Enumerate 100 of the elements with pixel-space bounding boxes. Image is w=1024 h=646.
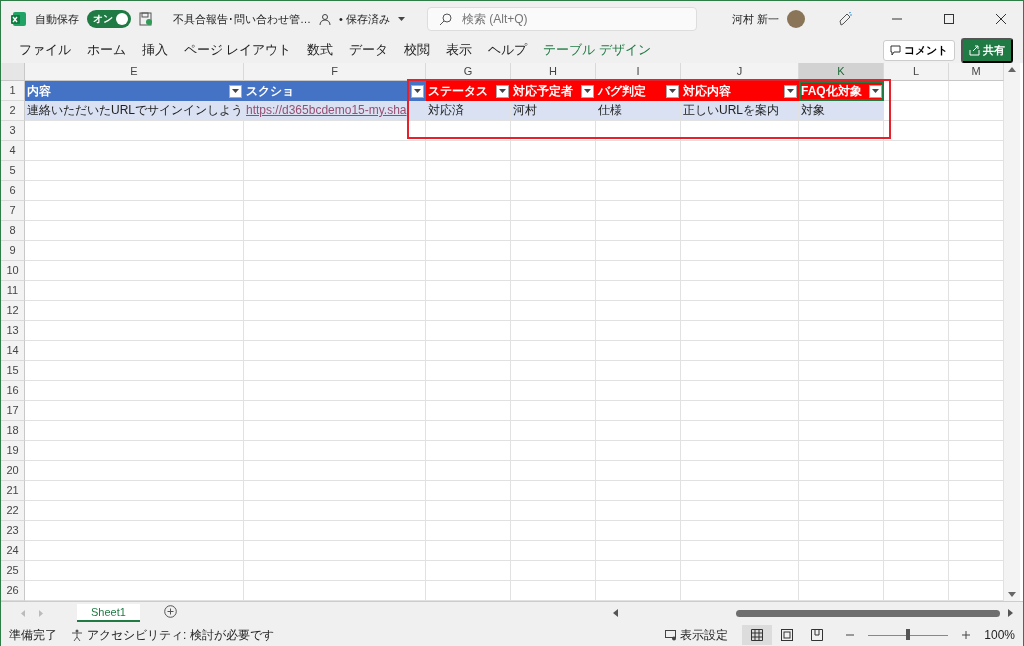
row-number[interactable]: 13	[1, 321, 25, 341]
empty-cell[interactable]	[426, 181, 511, 201]
empty-cell[interactable]	[884, 401, 949, 421]
empty-cell[interactable]	[426, 481, 511, 501]
filter-button[interactable]	[411, 84, 424, 98]
ribbon-tab[interactable]: 挿入	[134, 41, 176, 59]
save-status[interactable]: • 保存済み	[339, 11, 390, 27]
empty-cell[interactable]	[799, 501, 884, 521]
select-all-button[interactable]	[1, 63, 25, 81]
empty-cell[interactable]	[596, 321, 681, 341]
empty-cell[interactable]	[596, 441, 681, 461]
empty-cell[interactable]	[884, 261, 949, 281]
row-number[interactable]: 17	[1, 401, 25, 421]
empty-cell[interactable]	[244, 381, 426, 401]
row-number[interactable]: 12	[1, 301, 25, 321]
empty-cell[interactable]	[511, 501, 596, 521]
empty-cell[interactable]	[511, 441, 596, 461]
column-header[interactable]: M	[949, 63, 1004, 81]
empty-cell[interactable]	[511, 421, 596, 441]
table-header-cell[interactable]: 対応内容	[681, 81, 799, 101]
empty-cell[interactable]	[244, 441, 426, 461]
empty-cell[interactable]	[681, 481, 799, 501]
empty-cell[interactable]	[884, 441, 949, 461]
empty-cell[interactable]	[244, 261, 426, 281]
empty-cell[interactable]	[681, 561, 799, 581]
empty-cell[interactable]	[884, 361, 949, 381]
empty-cell[interactable]	[681, 361, 799, 381]
empty-cell[interactable]	[426, 201, 511, 221]
zoom-level[interactable]: 100%	[984, 628, 1015, 642]
row-number[interactable]: 8	[1, 221, 25, 241]
empty-cell[interactable]	[426, 461, 511, 481]
empty-cell[interactable]	[681, 321, 799, 341]
filter-button[interactable]	[869, 84, 882, 98]
empty-cell[interactable]	[681, 381, 799, 401]
empty-cell[interactable]	[244, 361, 426, 381]
empty-cell[interactable]	[511, 561, 596, 581]
empty-cell[interactable]	[799, 381, 884, 401]
empty-cell[interactable]	[511, 481, 596, 501]
empty-cell[interactable]	[799, 341, 884, 361]
empty-cell[interactable]	[244, 401, 426, 421]
empty-cell[interactable]	[884, 421, 949, 441]
empty-cell[interactable]	[681, 261, 799, 281]
empty-cell[interactable]	[596, 141, 681, 161]
empty-cell[interactable]	[511, 121, 596, 141]
empty-cell[interactable]	[799, 461, 884, 481]
empty-cell[interactable]	[596, 361, 681, 381]
row-number[interactable]: 21	[1, 481, 25, 501]
empty-cell[interactable]	[799, 301, 884, 321]
accessibility-status[interactable]: アクセシビリティ: 検討が必要です	[87, 626, 274, 644]
empty-cell[interactable]	[511, 361, 596, 381]
empty-cell[interactable]	[596, 481, 681, 501]
empty-cell[interactable]	[244, 541, 426, 561]
filter-button[interactable]	[581, 84, 594, 98]
filter-button[interactable]	[784, 84, 797, 98]
empty-cell[interactable]	[511, 381, 596, 401]
search-field[interactable]: 検索 (Alt+Q)	[426, 7, 697, 31]
ribbon-tab[interactable]: テーブル デザイン	[535, 41, 659, 59]
empty-cell[interactable]	[681, 441, 799, 461]
empty-cell[interactable]	[681, 161, 799, 181]
empty-cell[interactable]	[799, 441, 884, 461]
empty-cell[interactable]	[596, 241, 681, 261]
comment-button[interactable]: コメント	[883, 39, 955, 61]
empty-cell[interactable]	[799, 401, 884, 421]
display-settings-button[interactable]: 表示設定	[665, 626, 729, 644]
empty-cell[interactable]	[681, 501, 799, 521]
empty-cell[interactable]	[884, 281, 949, 301]
row-number[interactable]: 16	[1, 381, 25, 401]
empty-cell[interactable]	[681, 181, 799, 201]
empty-cell[interactable]	[244, 281, 426, 301]
table-header-cell[interactable]: 内容	[25, 81, 244, 101]
empty-cell[interactable]	[244, 561, 426, 581]
empty-cell[interactable]	[426, 301, 511, 321]
empty-cell[interactable]	[596, 521, 681, 541]
empty-cell[interactable]	[799, 361, 884, 381]
row-number[interactable]: 4	[1, 141, 25, 161]
empty-cell[interactable]	[244, 161, 426, 181]
row-number[interactable]: 1	[1, 81, 25, 101]
row-number[interactable]: 22	[1, 501, 25, 521]
empty-cell[interactable]	[244, 501, 426, 521]
empty-cell[interactable]	[884, 381, 949, 401]
empty-cell[interactable]	[799, 141, 884, 161]
empty-cell[interactable]	[596, 281, 681, 301]
empty-cell[interactable]	[244, 321, 426, 341]
share-button[interactable]: 共有	[961, 37, 1013, 63]
ribbon-tab[interactable]: 校閲	[396, 41, 439, 59]
ribbon-tab[interactable]: 表示	[438, 41, 481, 59]
view-button[interactable]	[742, 625, 773, 645]
empty-cell[interactable]	[426, 561, 511, 581]
row-number[interactable]: 10	[1, 261, 25, 281]
row-number[interactable]: 15	[1, 361, 25, 381]
table-header-cell[interactable]: バグ判定	[596, 81, 681, 101]
empty-cell[interactable]	[244, 141, 426, 161]
empty-cell[interactable]	[596, 561, 681, 581]
empty-cell[interactable]	[596, 261, 681, 281]
empty-cell[interactable]	[884, 341, 949, 361]
empty-cell[interactable]	[511, 281, 596, 301]
empty-cell[interactable]	[596, 201, 681, 221]
empty-cell[interactable]	[884, 141, 949, 161]
empty-cell[interactable]	[884, 301, 949, 321]
empty-cell[interactable]	[596, 221, 681, 241]
